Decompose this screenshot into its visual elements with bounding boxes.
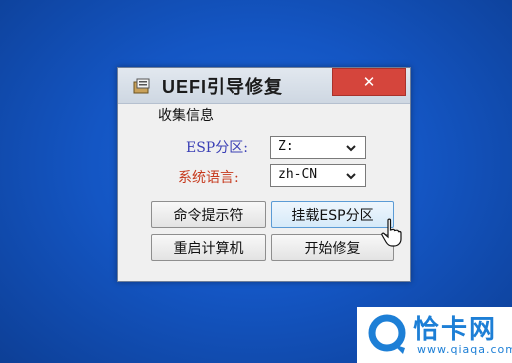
system-language-value: zh-CN [278, 167, 318, 182]
esp-partition-value: Z: [278, 139, 294, 154]
app-icon [133, 78, 150, 94]
system-language-label: 系统语言: [178, 170, 239, 186]
watermark: 恰卡网 www.qiaqa.com [357, 307, 512, 363]
esp-partition-label: ESP分区: [186, 140, 248, 156]
chevron-down-icon [346, 173, 356, 180]
close-button[interactable]: ✕ [332, 68, 406, 96]
qiaqa-logo-icon [368, 314, 406, 354]
uefi-repair-window: UEFI引导修复 ✕ 收集信息 ESP分区: Z: 系统语言: zh-CN 命令… [117, 67, 411, 282]
mount-esp-button[interactable]: 挂载ESP分区 [271, 201, 394, 228]
title-bar[interactable]: UEFI引导修复 ✕ [118, 68, 410, 104]
mouse-pointer-icon [381, 218, 402, 247]
system-language-select[interactable]: zh-CN [270, 164, 366, 187]
close-icon: ✕ [362, 73, 376, 91]
chevron-down-icon [346, 145, 356, 152]
group-label: 收集信息 [158, 108, 214, 124]
command-prompt-button[interactable]: 命令提示符 [151, 201, 266, 228]
window-title: UEFI引导修复 [162, 77, 284, 97]
watermark-name: 恰卡网 [413, 315, 498, 345]
esp-partition-select[interactable]: Z: [270, 136, 366, 159]
start-repair-button[interactable]: 开始修复 [271, 234, 394, 261]
reboot-button[interactable]: 重启计算机 [151, 234, 266, 261]
watermark-url: www.qiaqa.com [417, 343, 512, 356]
